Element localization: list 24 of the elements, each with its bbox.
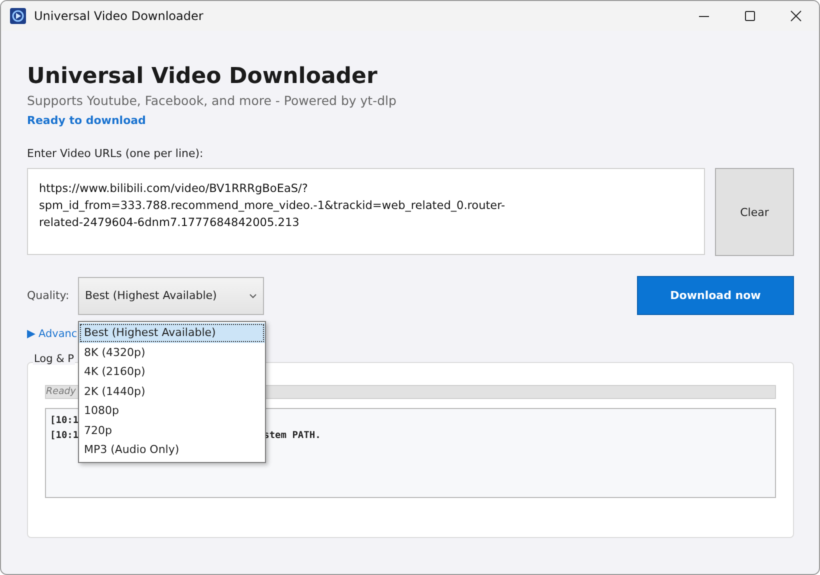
chevron-icon xyxy=(249,292,257,298)
log-line: [10:1 xyxy=(50,414,79,426)
progress-text: Ready xyxy=(46,386,76,398)
app-heading: Universal Video Downloader xyxy=(27,63,378,91)
quality-option[interactable]: 2K (1440p) xyxy=(79,382,265,401)
clear-button[interactable]: Clear xyxy=(715,168,794,256)
quality-dropdown[interactable]: Best (Highest Available) xyxy=(78,276,264,314)
quality-option[interactable]: 8K (4320p) xyxy=(79,342,265,362)
url-input-field[interactable]: https://www.bilibili.com/video/BV1RRRgBoEaS/? spm_id_from=333.788.recommend_more_video.-1&trackid=web_related_0.router- related-2479604-6dnm7.1777684842005.213 xyxy=(27,168,705,255)
quality-option[interactable]: MP3 (Audio Only) xyxy=(79,440,265,460)
window-title: Universal Video Downloader xyxy=(34,9,204,23)
quality-option[interactable]: 4K (2160p) xyxy=(79,362,265,382)
app-subtitle: Supports Youtube, Facebook, and more - Powered by yt-dlp xyxy=(27,93,398,108)
urls-label: Enter Video URLs (one per line): xyxy=(27,147,204,160)
quality-label: Quality: xyxy=(27,289,70,302)
advanced-toggle[interactable]: ▶ Advanc xyxy=(27,327,78,340)
quality-option[interactable]: Best (Highest Available) xyxy=(79,323,265,342)
download-button[interactable]: Download now xyxy=(637,276,794,315)
quality-option[interactable]: 720p xyxy=(79,420,265,440)
status-text: Ready to download xyxy=(27,114,147,127)
log-line: [10:1 xyxy=(50,430,79,440)
log-panel-title: Log & P xyxy=(33,353,75,365)
app-icon xyxy=(10,8,26,24)
quality-option[interactable]: 1080p xyxy=(79,401,265,420)
